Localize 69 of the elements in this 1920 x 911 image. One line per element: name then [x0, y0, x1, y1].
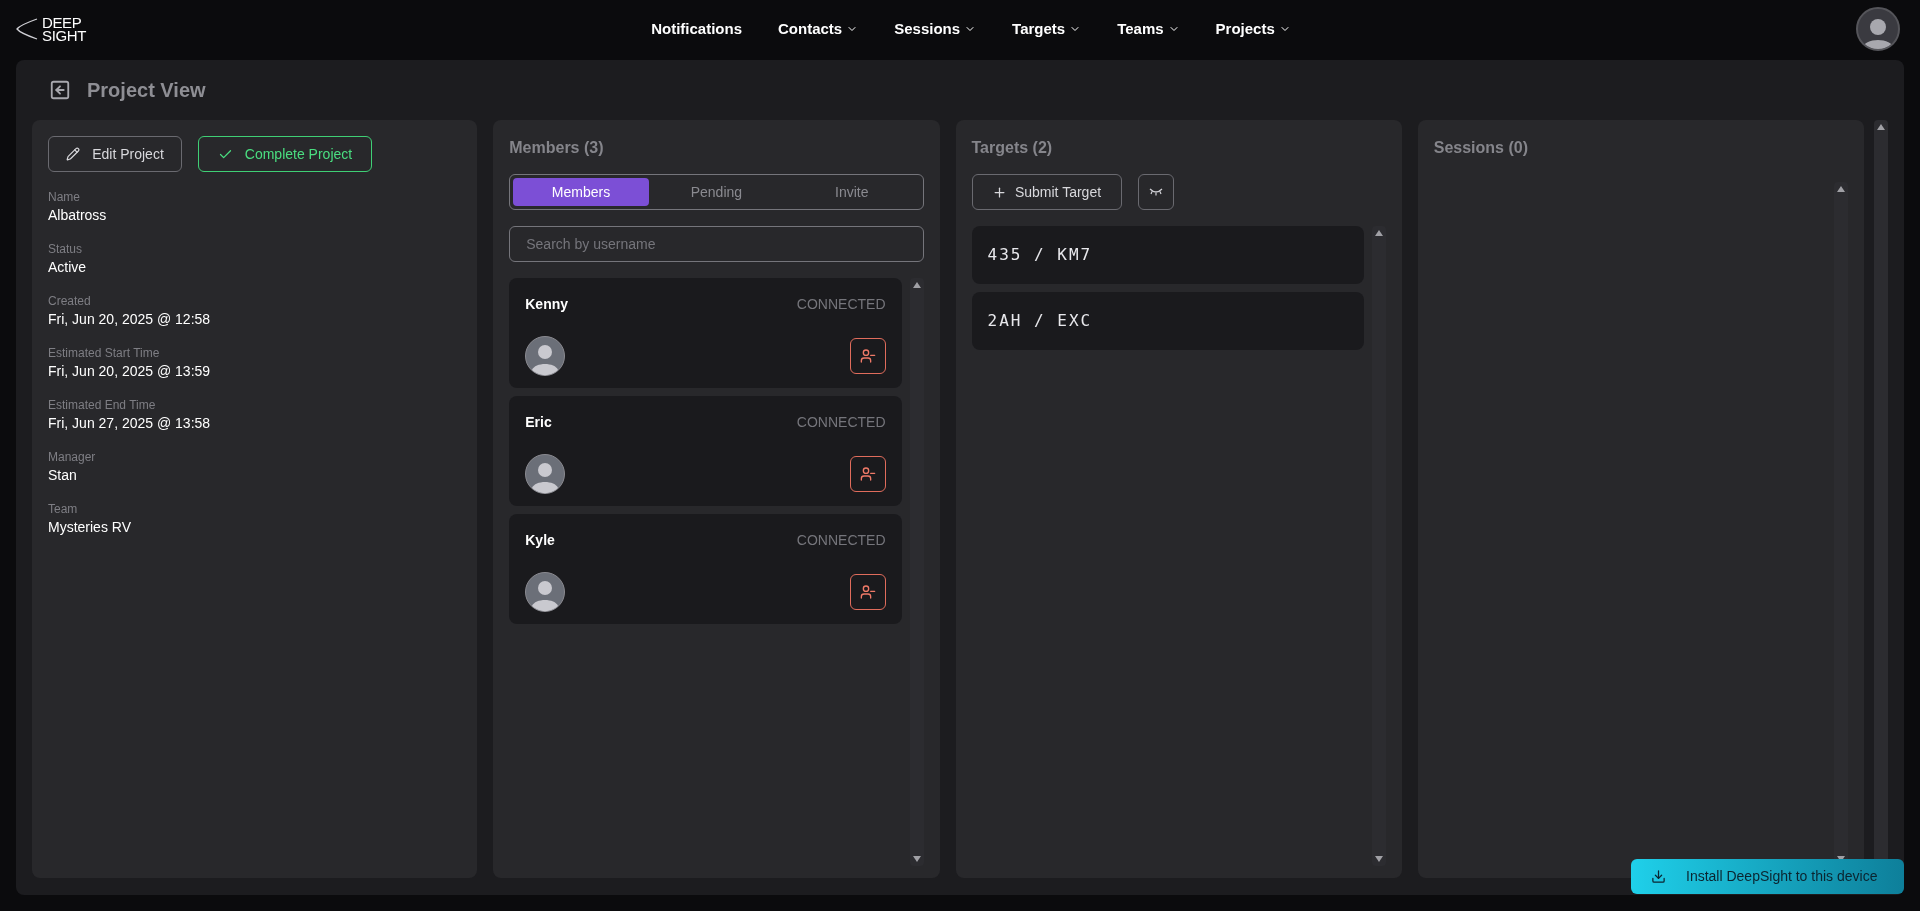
field-label: Name: [48, 189, 81, 206]
hide-button[interactable]: [1137, 174, 1174, 210]
member-name: Eric: [525, 413, 552, 432]
panel-title: Members (3): [509, 138, 605, 158]
edit-project-button[interactable]: Edit Project: [48, 136, 182, 172]
scroll-up-icon[interactable]: [1877, 124, 1885, 130]
field-value: Fri, Jun 20, 2025 @ 13:59: [48, 362, 212, 380]
field-value: Fri, Jun 20, 2025 @ 12:58: [48, 310, 212, 328]
nav-item[interactable]: Sessions: [894, 17, 977, 41]
nav-item[interactable]: Targets: [1012, 17, 1082, 41]
scroll-down-icon[interactable]: [1374, 856, 1383, 862]
field-value: Active: [48, 258, 88, 276]
nav-item[interactable]: Teams: [1117, 17, 1180, 41]
remove-user-icon: [859, 466, 876, 482]
field-value: Fri, Jun 27, 2025 @ 13:58: [48, 414, 212, 432]
member-card[interactable]: Kenny CONNECTED: [509, 278, 902, 388]
member-card[interactable]: Kyle CONNECTED: [509, 514, 902, 624]
tab[interactable]: Invite: [784, 178, 920, 206]
field-label: Created: [48, 293, 92, 310]
scroll-up-icon[interactable]: [1837, 186, 1845, 192]
panel-title: Targets (2): [971, 138, 1054, 158]
field-value: Mysteries RV: [48, 518, 132, 536]
closed-eye-icon: [1148, 188, 1163, 196]
target-card[interactable]: 435 / KM7: [971, 226, 1364, 284]
field-label: Team: [48, 501, 79, 518]
target-code: 2AH / EXC: [987, 310, 1093, 332]
target-card[interactable]: 2AH / EXC: [971, 292, 1364, 350]
back-icon[interactable]: [49, 79, 71, 101]
member-name: Kyle: [525, 531, 555, 550]
scroll-up-icon[interactable]: [912, 282, 921, 288]
panel-title: Sessions (0): [1433, 138, 1529, 158]
scroll-up-icon[interactable]: [1374, 230, 1383, 236]
logo-icon: [16, 17, 38, 41]
field-label: Estimated Start Time: [48, 345, 161, 362]
page-title: Project View: [87, 78, 206, 103]
field-label: Status: [48, 241, 84, 258]
remove-user-icon: [859, 348, 876, 364]
field-label: Estimated End Time: [48, 397, 157, 414]
remove-member-button[interactable]: [849, 456, 886, 492]
nav-item[interactable]: Contacts: [778, 17, 859, 41]
connection-status: CONNECTED: [796, 413, 886, 432]
target-code: 435 / KM7: [987, 244, 1093, 266]
field-value: Albatross: [48, 206, 108, 224]
connection-status: CONNECTED: [796, 295, 886, 314]
tab[interactable]: Members: [513, 178, 649, 206]
search-field[interactable]: Search by username: [509, 226, 924, 262]
remove-user-icon: [859, 584, 876, 600]
nav-item[interactable]: Notifications: [651, 17, 743, 41]
nav-item[interactable]: Projects: [1215, 17, 1291, 41]
pencil-icon: [66, 147, 81, 161]
avatar-icon: [525, 454, 566, 494]
member-name: Kenny: [525, 295, 569, 314]
download-icon: [1651, 869, 1666, 884]
member-card[interactable]: Eric CONNECTED: [509, 396, 902, 506]
user-avatar[interactable]: [1856, 7, 1900, 51]
install-button[interactable]: Install DeepSight to this device: [1631, 859, 1904, 894]
logo-text[interactable]: DEEP SIGHT: [42, 16, 86, 42]
field-value: Stan: [48, 466, 78, 484]
connection-status: CONNECTED: [796, 531, 886, 550]
scroll-down-icon[interactable]: [912, 856, 921, 862]
avatar-icon: [525, 572, 566, 612]
avatar-icon: [525, 336, 566, 376]
remove-member-button[interactable]: [849, 338, 886, 374]
tab[interactable]: Pending: [648, 178, 785, 206]
complete-project-button[interactable]: Complete Project: [198, 136, 372, 172]
submit-target-button[interactable]: Submit Target: [971, 174, 1122, 210]
plus-icon: [991, 184, 1007, 200]
remove-member-button[interactable]: [849, 574, 886, 610]
field-label: Manager: [48, 449, 97, 466]
